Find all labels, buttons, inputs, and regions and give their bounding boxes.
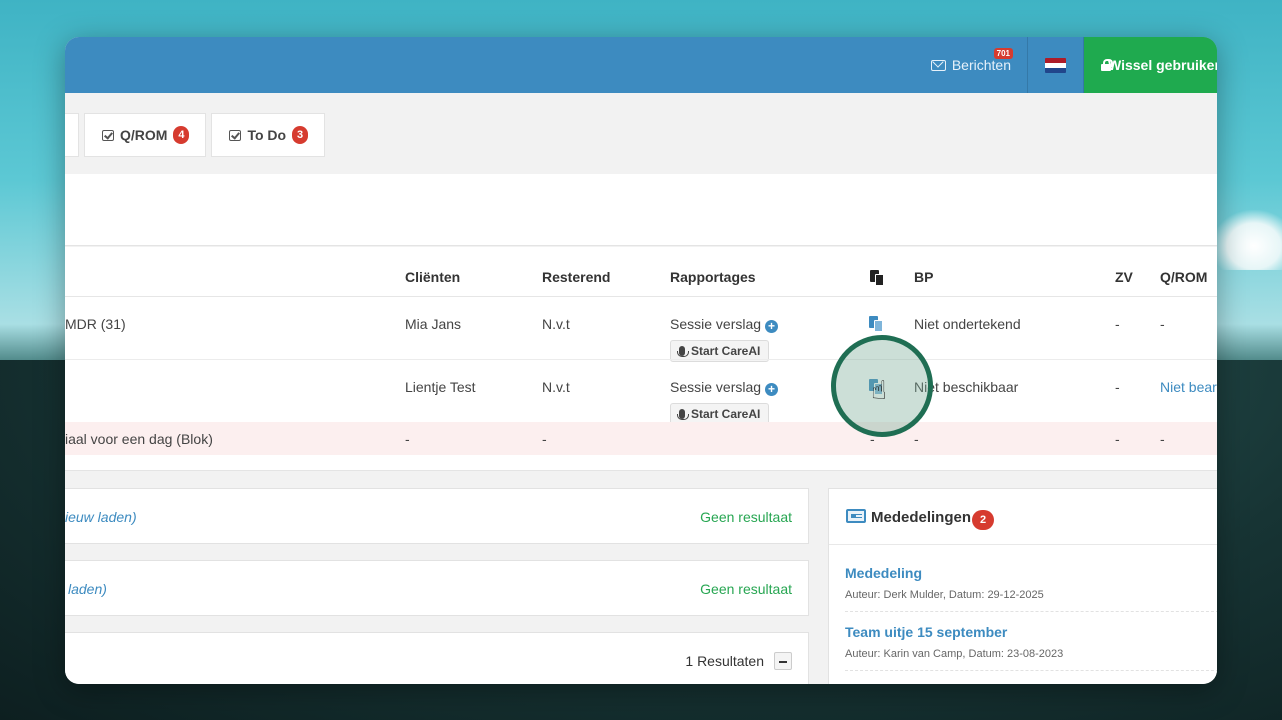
messages-count-badge: 701	[993, 48, 1013, 59]
row2-qrom-link[interactable]: Niet bearbeitet	[1160, 379, 1217, 395]
start-careai-label: Start CareAI	[691, 407, 761, 421]
row3-bp: -	[914, 431, 919, 447]
header-band	[65, 174, 1217, 246]
appointments-table: Cliënten Resterend Rapportages BP ZV Q/R…	[65, 247, 1217, 471]
tab-todo[interactable]: To Do 3	[211, 113, 326, 157]
announcement-title[interactable]: Mededeling	[845, 565, 922, 581]
add-report-icon[interactable]: +	[765, 320, 779, 333]
newspaper-icon	[846, 509, 866, 523]
collapse-button[interactable]	[774, 652, 792, 670]
checkbox-icon	[229, 129, 242, 141]
row1-qrom: -	[1160, 316, 1165, 332]
row2-client: Lientje Test	[405, 379, 476, 395]
row1-rapportage-label: Sessie verslag	[670, 316, 762, 332]
announcements-header: Mededelingen 2	[829, 489, 1217, 545]
col-zv: ZV	[1115, 269, 1133, 285]
col-qrom: Q/ROM	[1160, 269, 1208, 285]
row3-qrom: -	[1160, 431, 1165, 447]
result-count: 1 Resultaten	[685, 653, 764, 669]
result-card: ieuw laden) Geen resultaat	[65, 488, 809, 544]
netherlands-flag-icon	[1045, 57, 1066, 73]
row1-name: MDR (31)	[65, 316, 126, 332]
no-result-status: Geen resultaat	[700, 581, 792, 597]
row3-resterend: -	[542, 431, 547, 447]
messages-button[interactable]: Berichten 701	[930, 37, 1028, 93]
tab-partial[interactable]	[65, 113, 79, 157]
row1-resterend: N.v.t	[542, 316, 570, 332]
announcement-divider	[845, 670, 1217, 671]
row-divider	[65, 359, 1217, 360]
app-window: Berichten 701 Wissel gebruiker Q/ROM 4 T…	[65, 37, 1217, 684]
announcements-badge: 2	[972, 510, 994, 530]
row1-rapportage[interactable]: Sessie verslag +	[670, 316, 779, 333]
reload-link[interactable]: laden)	[68, 581, 107, 597]
hand-cursor-icon: ☝	[871, 375, 887, 405]
row2-zv: -	[1115, 379, 1120, 395]
reload-link[interactable]: ieuw laden)	[65, 509, 137, 525]
start-careai-label: Start CareAI	[691, 344, 761, 358]
col-resterend: Resterend	[542, 269, 611, 285]
table-header: Cliënten Resterend Rapportages BP ZV Q/R…	[65, 247, 1217, 297]
tab-qrom-badge: 4	[173, 126, 190, 144]
tab-todo-label: To Do	[247, 127, 287, 143]
row2-resterend: N.v.t	[542, 379, 570, 395]
microphone-icon	[677, 346, 689, 357]
row1-client: Mia Jans	[405, 316, 462, 332]
messages-label: Berichten	[951, 57, 1011, 73]
announcements-card: Mededelingen 2 Mededeling Auteur: Derk M…	[828, 488, 1217, 684]
language-switch[interactable]	[1028, 37, 1084, 93]
no-result-status: Geen resultaat	[700, 509, 792, 525]
row1-bp: Niet ondertekend	[914, 316, 1021, 332]
copy-document-icon[interactable]	[869, 316, 883, 332]
envelope-icon	[930, 59, 946, 71]
add-report-icon[interactable]: +	[765, 383, 779, 396]
result-card: laden) Geen resultaat	[65, 560, 809, 616]
tab-bar: Q/ROM 4 To Do 3	[65, 113, 326, 157]
row2-rapportage[interactable]: Sessie verslag +	[670, 379, 779, 396]
tab-todo-badge: 3	[292, 126, 309, 144]
row3-zv: -	[1115, 431, 1120, 447]
tab-qrom-label: Q/ROM	[120, 127, 168, 143]
tab-qrom[interactable]: Q/ROM 4	[84, 113, 207, 157]
row1-zv: -	[1115, 316, 1120, 332]
switch-user-label: Wissel gebruiker	[1108, 57, 1217, 73]
col-bp: BP	[914, 269, 934, 285]
background-cloud	[1212, 210, 1282, 270]
result-card: 1 Resultaten	[65, 632, 809, 684]
row3-name: iaal voor een dag (Blok)	[65, 431, 213, 447]
col-clienten: Cliënten	[405, 269, 461, 285]
table-row-blocked	[65, 422, 1217, 455]
announcement-meta: Auteur: Derk Mulder, Datum: 29-12-2025	[845, 589, 1044, 601]
announcements-title: Mededelingen	[871, 509, 972, 526]
announcement-title[interactable]: Team uitje 15 september	[845, 624, 1007, 640]
top-bar: Berichten 701 Wissel gebruiker	[65, 37, 1217, 93]
copy-icon	[870, 270, 884, 286]
announcement-meta: Auteur: Karin van Camp, Datum: 23-08-202…	[845, 648, 1064, 660]
microphone-icon	[677, 409, 689, 420]
row2-rapportage-label: Sessie verslag	[670, 379, 762, 395]
checkbox-icon	[102, 129, 114, 141]
switch-user-button[interactable]: Wissel gebruiker	[1084, 37, 1217, 93]
row3-client: -	[405, 431, 410, 447]
col-rapportages: Rapportages	[670, 269, 756, 285]
announcement-divider	[845, 611, 1217, 612]
